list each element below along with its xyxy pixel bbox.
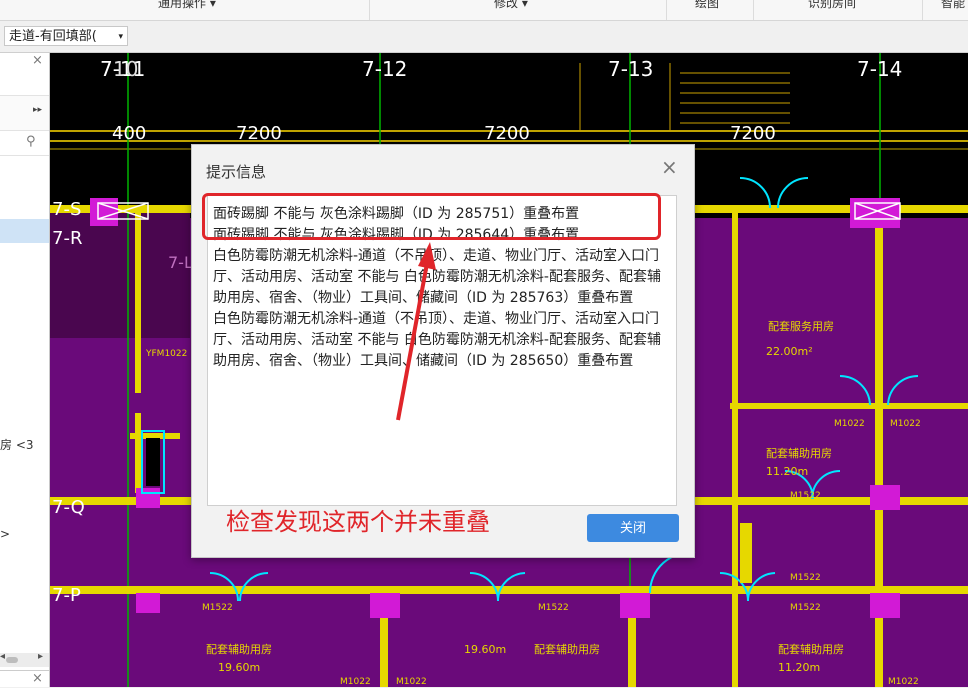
room-label-name: 配套辅助用房	[534, 643, 600, 656]
grid-label-top: 7-14	[857, 57, 903, 81]
room-label-name: 配套辅助用房	[766, 447, 832, 460]
door-label: M1522	[538, 603, 569, 613]
grid-label-top: 7-13	[608, 57, 654, 81]
expand-icon[interactable]: ▸▸	[33, 105, 42, 115]
room-label-area: 11.20m	[766, 465, 809, 478]
room-label-area: 19.60m	[464, 643, 507, 656]
annotation-arrow	[396, 242, 436, 421]
ribbon-group-label: 智能	[941, 0, 966, 10]
room-label-area: 22.00m²	[766, 345, 813, 358]
layer-combo-value: 走道-有回填部(	[9, 29, 97, 44]
annotation-highlight-box	[202, 193, 661, 240]
ribbon-group-label: 修改 ▾	[494, 0, 528, 10]
door-label: M1522	[790, 603, 821, 613]
door-label: M1522	[790, 491, 821, 501]
door-label: M1022	[890, 419, 921, 429]
ribbon-group-draw[interactable]: 绘图	[667, 0, 754, 20]
left-panel: × ▸▸ ⚲ 房 <3 > ◂ ▸ ×	[0, 53, 50, 687]
door-frame	[740, 523, 752, 583]
left-panel-item-arrow[interactable]: >	[0, 527, 10, 541]
close-icon[interactable]: ×	[32, 671, 43, 686]
close-icon[interactable]: ×	[661, 157, 678, 177]
ribbon-group-smart[interactable]: 智能	[923, 0, 968, 20]
left-panel-row	[0, 67, 49, 96]
left-panel-bottom: ×	[0, 670, 49, 688]
dimension-label: 7200	[730, 123, 776, 144]
dialog-message-list: 面砖踢脚 不能与 灰色涂料踢脚（ID 为 285751）重叠布置 面砖踢脚 不能…	[207, 195, 677, 506]
scrollbar-thumb[interactable]	[6, 657, 18, 663]
scroll-right-icon[interactable]: ▸	[38, 651, 43, 662]
room-label-name: 配套服务用房	[768, 320, 834, 333]
ribbon: 通用操作 ▾ 修改 ▾ 绘图 识别房间 智能	[0, 0, 968, 21]
shaft-interior	[146, 438, 160, 486]
dimension-label: 400	[112, 123, 147, 144]
door-label: M1522	[202, 603, 233, 613]
annotation-text: 检查发现这两个并未重叠	[226, 508, 490, 536]
chevron-down-icon: ▾	[118, 32, 123, 42]
ribbon-group-label: 通用操作 ▾	[158, 0, 216, 10]
message-item: 白色防霉防潮无机涂料-通道（不吊顶）、走道、物业门厅、活动室入口门厅、活动用房、…	[213, 248, 661, 306]
cad-text: 7-L	[168, 253, 193, 272]
layer-combo[interactable]: 走道-有回填部( ▾	[4, 26, 128, 46]
ribbon-group-label: 识别房间	[808, 0, 857, 10]
left-panel-row: ▸▸	[0, 96, 49, 131]
grid-label-left: 7-R	[52, 228, 83, 249]
ribbon-group-label: 绘图	[695, 0, 720, 10]
left-panel-search[interactable]: ⚲	[0, 131, 49, 156]
grid-label-top-overlap: 10	[113, 57, 139, 81]
door-label: M1022	[396, 677, 427, 687]
left-panel-selected-item[interactable]	[0, 219, 49, 243]
scroll-left-icon[interactable]: ◂	[0, 651, 5, 662]
room-label-area: 11.20m	[778, 661, 821, 674]
dialog-title: 提示信息	[206, 163, 267, 181]
door-label: YFM1022	[146, 349, 188, 359]
grid-label-left: 7-P	[52, 585, 81, 606]
room-label-name: 配套辅助用房	[778, 643, 844, 656]
door-label: M1022	[834, 419, 865, 429]
dimension-label: 7200	[236, 123, 282, 144]
grid-label-left: 7-Q	[52, 497, 85, 518]
ribbon-group-identify-room[interactable]: 识别房间	[754, 0, 923, 20]
grid-label-left: 7-S	[52, 199, 82, 220]
property-toolbar: 走道-有回填部( ▾	[0, 21, 968, 53]
message-item: 白色防霉防潮无机涂料-通道（不吊顶）、走道、物业门厅、活动室入口门厅、活动用房、…	[213, 311, 661, 369]
room-label-area: 19.60m	[218, 661, 261, 674]
left-panel-item-room[interactable]: 房 <3	[0, 436, 34, 453]
door-label: M1022	[888, 677, 919, 687]
door-label: M1022	[340, 677, 371, 687]
horizontal-scrollbar[interactable]: ◂ ▸	[0, 651, 49, 667]
close-icon[interactable]: ×	[32, 53, 43, 68]
dimension-label: 7200	[484, 123, 530, 144]
close-button[interactable]: 关闭	[587, 514, 679, 542]
grid-label-top: 7-12	[362, 57, 408, 81]
room-label-name: 配套辅助用房	[206, 643, 272, 656]
door-label: M1522	[790, 573, 821, 583]
search-icon: ⚲	[26, 134, 36, 149]
ribbon-group-modify[interactable]: 修改 ▾	[370, 0, 667, 20]
ribbon-group-general[interactable]: 通用操作 ▾	[0, 0, 370, 20]
